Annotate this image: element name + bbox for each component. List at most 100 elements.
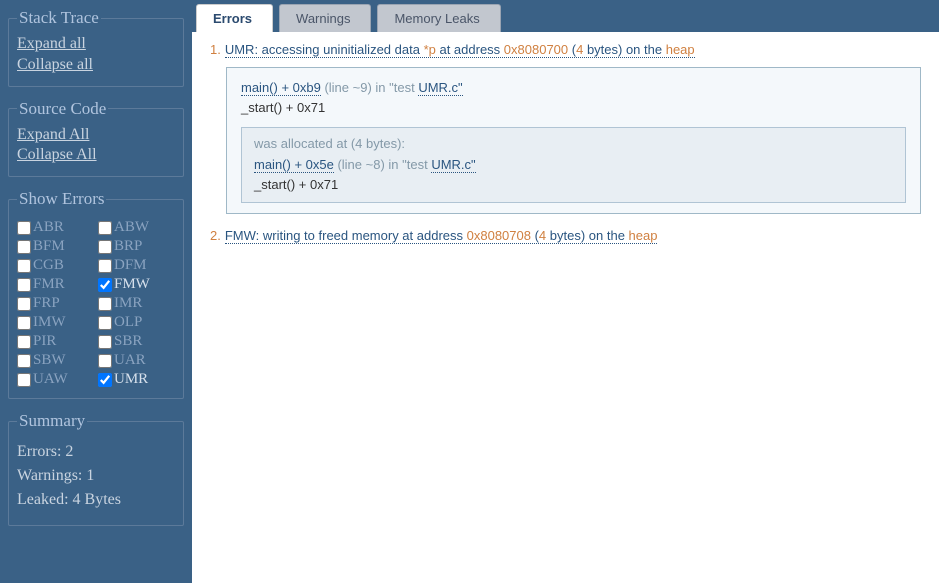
alloc-heading: was allocated at (4 bytes): xyxy=(254,136,893,151)
error-number: 1. xyxy=(210,42,221,57)
filter-uar[interactable]: UAR xyxy=(98,352,175,369)
error-title[interactable]: UMR: accessing uninitialized data *p at … xyxy=(225,42,695,58)
filter-imw[interactable]: IMW xyxy=(17,314,94,331)
filter-fmw[interactable]: FMW xyxy=(98,276,175,293)
filter-brp[interactable]: BRP xyxy=(98,238,175,255)
filter-label: CGB xyxy=(33,257,64,274)
filter-checkbox-dfm[interactable] xyxy=(98,259,112,273)
error-heading: 1. UMR: accessing uninitialized data *p a… xyxy=(210,42,921,57)
filter-checkbox-umr[interactable] xyxy=(98,373,112,387)
filter-checkbox-sbr[interactable] xyxy=(98,335,112,349)
deref-expr: *p xyxy=(424,42,436,57)
filter-sbw[interactable]: SBW xyxy=(17,352,94,369)
filter-abw[interactable]: ABW xyxy=(98,219,175,236)
filter-bfm[interactable]: BFM xyxy=(17,238,94,255)
summary-panel: Summary Errors: 2 Warnings: 1 Leaked: 4 … xyxy=(8,411,184,526)
filter-checkbox-uaw[interactable] xyxy=(17,373,31,387)
error-number: 2. xyxy=(210,228,221,243)
expand-all-source[interactable]: Expand All xyxy=(17,125,175,146)
filter-label: IMW xyxy=(33,314,66,331)
filter-sbr[interactable]: SBR xyxy=(98,333,175,350)
filter-label: DFM xyxy=(114,257,147,274)
show-errors-panel: Show Errors ABR ABW BFM BRP CGB DFM FMR FMW FRP I… xyxy=(8,189,184,399)
main-area: Errors Warnings Memory Leaks 1. UMR: acce… xyxy=(192,0,939,583)
filter-checkbox-pir[interactable] xyxy=(17,335,31,349)
trace-line: main() + 0xb9 (line ~9) in "test UMR.c" xyxy=(241,78,906,98)
filter-checkbox-abr[interactable] xyxy=(17,221,31,235)
tab-warnings[interactable]: Warnings xyxy=(279,4,371,32)
source-code-legend: Source Code xyxy=(17,99,108,119)
error-item: 2. FMW: writing to freed memory at addres… xyxy=(210,228,921,243)
filter-label: FRP xyxy=(33,295,60,312)
filter-label: SBW xyxy=(33,352,66,369)
trace-box: main() + 0xb9 (line ~9) in "test UMR.c"_… xyxy=(226,67,921,214)
filter-checkbox-bfm[interactable] xyxy=(17,240,31,254)
byte-count: 4 xyxy=(539,228,546,243)
expand-all-stack[interactable]: Expand all xyxy=(17,34,175,55)
summary-errors: Errors: 2 xyxy=(17,443,175,461)
error-heading: 2. FMW: writing to freed memory at addres… xyxy=(210,228,921,243)
filter-checkbox-abw[interactable] xyxy=(98,221,112,235)
line-info: (line ~9) in "test xyxy=(321,80,418,95)
trace-line: _start() + 0x71 xyxy=(254,175,893,195)
file-link[interactable]: UMR.c" xyxy=(418,80,462,96)
summary-warnings: Warnings: 1 xyxy=(17,467,175,485)
filter-label: UAR xyxy=(114,352,146,369)
filter-checkbox-imr[interactable] xyxy=(98,297,112,311)
alloc-box: was allocated at (4 bytes): main() + 0x5e… xyxy=(241,127,906,203)
filter-uaw[interactable]: UAW xyxy=(17,371,94,388)
filter-pir[interactable]: PIR xyxy=(17,333,94,350)
filter-label: OLP xyxy=(114,314,142,331)
filter-checkbox-cgb[interactable] xyxy=(17,259,31,273)
filter-olp[interactable]: OLP xyxy=(98,314,175,331)
filter-cgb[interactable]: CGB xyxy=(17,257,94,274)
filter-checkbox-olp[interactable] xyxy=(98,316,112,330)
collapse-all-source[interactable]: Collapse All xyxy=(17,145,175,166)
filter-label: BFM xyxy=(33,238,65,255)
summary-leaked: Leaked: 4 Bytes xyxy=(17,491,175,509)
filter-label: IMR xyxy=(114,295,142,312)
filter-checkbox-brp[interactable] xyxy=(98,240,112,254)
summary-legend: Summary xyxy=(17,411,87,431)
line-info: (line ~8) in "test xyxy=(334,157,431,172)
filter-label: FMR xyxy=(33,276,65,293)
filter-label: SBR xyxy=(114,333,142,350)
tab-memory-leaks[interactable]: Memory Leaks xyxy=(377,4,500,32)
stack-trace-legend: Stack Trace xyxy=(17,8,101,28)
filter-umr[interactable]: UMR xyxy=(98,371,175,388)
filter-checkbox-fmr[interactable] xyxy=(17,278,31,292)
sidebar: Stack Trace Expand all Collapse all Sour… xyxy=(0,0,192,583)
filter-checkbox-frp[interactable] xyxy=(17,297,31,311)
heap-word: heap xyxy=(629,228,658,243)
stack-trace-panel: Stack Trace Expand all Collapse all xyxy=(8,8,184,87)
filter-label: UMR xyxy=(114,371,148,388)
filter-checkbox-sbw[interactable] xyxy=(17,354,31,368)
filter-abr[interactable]: ABR xyxy=(17,219,94,236)
filter-label: ABW xyxy=(114,219,149,236)
filter-frp[interactable]: FRP xyxy=(17,295,94,312)
collapse-all-stack[interactable]: Collapse all xyxy=(17,55,175,76)
tab-errors[interactable]: Errors xyxy=(196,4,273,32)
filter-checkbox-fmw[interactable] xyxy=(98,278,112,292)
filter-fmr[interactable]: FMR xyxy=(17,276,94,293)
filter-label: BRP xyxy=(114,238,142,255)
tabbar: Errors Warnings Memory Leaks xyxy=(192,0,939,32)
trace-line: main() + 0x5e (line ~8) in "test UMR.c" xyxy=(254,155,893,175)
func-link[interactable]: main() + 0x5e xyxy=(254,157,334,173)
address: 0x8080700 xyxy=(504,42,568,57)
file-link[interactable]: UMR.c" xyxy=(431,157,475,173)
trace-line: _start() + 0x71 xyxy=(241,98,906,118)
filter-checkbox-uar[interactable] xyxy=(98,354,112,368)
show-errors-legend: Show Errors xyxy=(17,189,106,209)
byte-count: 4 xyxy=(576,42,583,57)
filter-checkbox-imw[interactable] xyxy=(17,316,31,330)
filter-imr[interactable]: IMR xyxy=(98,295,175,312)
error-title[interactable]: FMW: writing to freed memory at address … xyxy=(225,228,658,244)
func-link[interactable]: main() + 0xb9 xyxy=(241,80,321,96)
filter-label: PIR xyxy=(33,333,56,350)
filter-dfm[interactable]: DFM xyxy=(98,257,175,274)
content-pane: 1. UMR: accessing uninitialized data *p a… xyxy=(192,32,939,583)
error-item: 1. UMR: accessing uninitialized data *p a… xyxy=(210,42,921,214)
source-code-panel: Source Code Expand All Collapse All xyxy=(8,99,184,178)
filter-label: ABR xyxy=(33,219,64,236)
